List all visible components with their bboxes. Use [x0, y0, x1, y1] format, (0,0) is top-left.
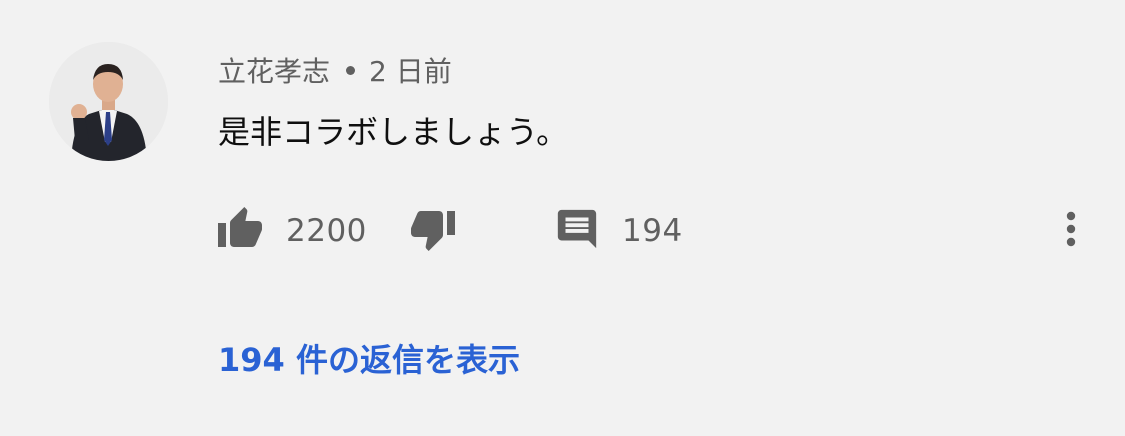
thumb-up-icon: [216, 205, 264, 257]
more-vertical-icon: [1065, 209, 1077, 253]
comment-text: 是非コラボしましょう。: [218, 113, 569, 151]
avatar[interactable]: [49, 42, 168, 161]
reply-button[interactable]: 194: [554, 206, 683, 256]
comment-time[interactable]: 2 日前: [369, 50, 452, 90]
thumb-down-icon: [409, 205, 457, 257]
comment-meta: 立花孝志 2 日前: [218, 50, 452, 90]
dislike-button[interactable]: [409, 206, 457, 256]
like-count: 2200: [286, 213, 367, 249]
comment-icon: [554, 206, 600, 256]
comment-actions: 2200 194: [216, 206, 1096, 256]
reply-count: 194: [622, 213, 683, 249]
like-button[interactable]: 2200: [216, 206, 367, 256]
view-replies-button[interactable]: 194 件の返信を表示: [218, 338, 520, 382]
more-options-button[interactable]: [1056, 206, 1086, 256]
comment-thread: 立花孝志 2 日前 是非コラボしましょう。 2200 194 194 件の返信を…: [0, 0, 1125, 436]
author-name[interactable]: 立花孝志: [218, 50, 330, 90]
separator-dot: [346, 65, 356, 75]
